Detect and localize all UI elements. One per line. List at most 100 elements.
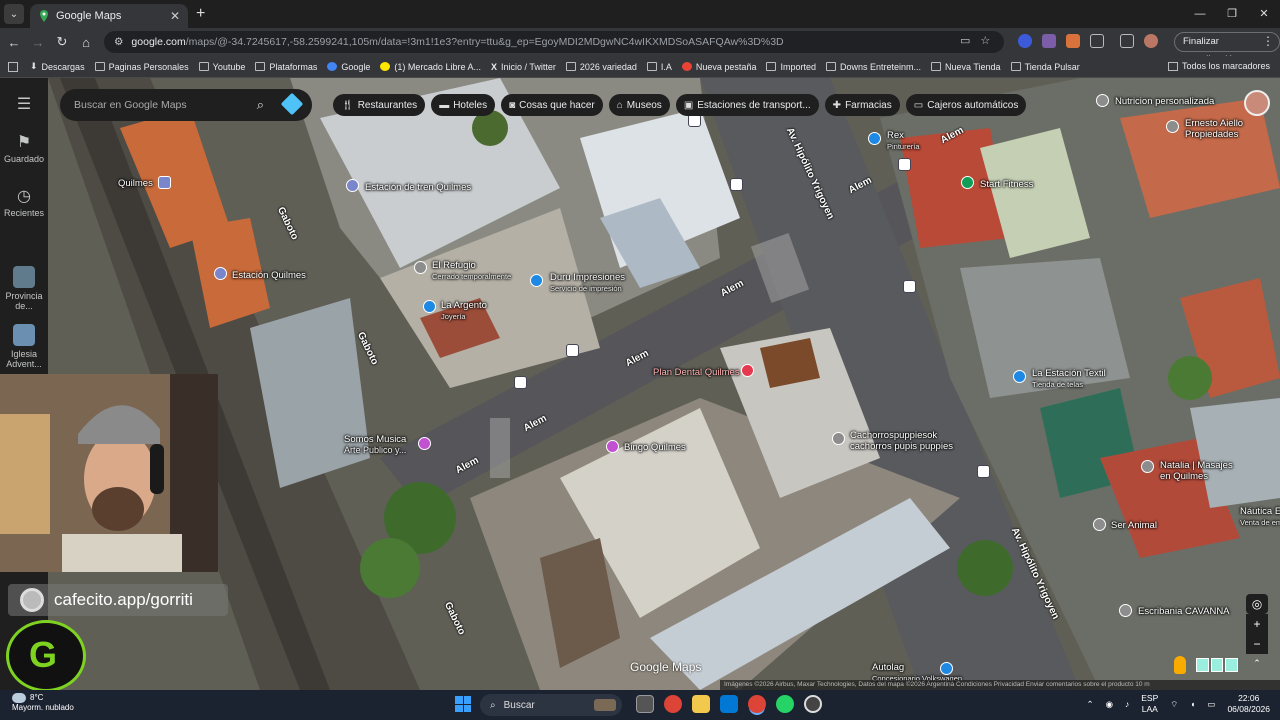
reload-icon[interactable]: ↻ [50,34,74,50]
extension-3-icon[interactable] [1066,34,1080,48]
shop-pin-icon[interactable] [1013,370,1026,383]
bus-stop-icon[interactable] [514,376,527,389]
train-station-icon[interactable] [346,179,359,192]
extensions-puzzle-icon[interactable] [1090,34,1104,48]
whatsapp-icon[interactable] [776,695,794,713]
site-info-icon[interactable]: ⚙ [114,36,123,48]
bookmark-item[interactable]: Youtube [198,62,245,72]
battery-icon[interactable]: ▭ [1207,699,1215,710]
entertainment-pin-icon[interactable] [606,440,619,453]
place-label[interactable]: La Argento Joyería [441,300,487,322]
chip-cosas-que-hacer[interactable]: ◙ Cosas que hacer [501,94,603,116]
store-icon[interactable] [720,695,738,713]
maps-search-input[interactable]: Buscar en Google Maps ⌕ [60,89,312,121]
chip-museos[interactable]: ⌂ Museos [608,94,670,116]
tab-search-menu-icon[interactable]: ⌄ [4,4,24,24]
new-tab-icon[interactable]: + [196,5,205,23]
saved-button[interactable]: ⚑ Guardado [0,134,48,164]
bus-stop-icon[interactable] [566,344,579,357]
extension-2-icon[interactable] [1042,34,1056,48]
recent-button[interactable]: ◷ Recientes [0,188,48,218]
obs-icon[interactable] [804,695,822,713]
volume-icon[interactable]: ◖ [1190,699,1195,709]
place-label[interactable]: Somos Musica Arte Publico y... [344,434,406,456]
medical-pin-icon[interactable] [741,364,754,377]
bookmark-item[interactable]: Downs Entreteinm... [825,62,921,72]
apps-icon[interactable] [8,61,18,72]
my-location-icon[interactable]: ◎ [1246,594,1268,614]
place-label[interactable]: Ernesto Aiello Propiedades [1185,118,1243,140]
restaurant-pin-icon[interactable] [414,261,427,274]
bookmark-item[interactable]: Paginas Personales [94,62,189,72]
transit-icon[interactable] [158,176,171,189]
home-icon[interactable]: ⌂ [74,35,98,50]
place-label[interactable]: Escribania CAVANNA [1138,606,1230,617]
taskbar-search[interactable]: ⌕ Buscar [480,694,622,716]
chip-cajeros[interactable]: ▭ Cajeros automáticos [905,94,1027,116]
place-label[interactable]: Ser Animal [1111,520,1157,531]
minimize-icon[interactable]: — [1184,0,1216,28]
browser-menu-icon[interactable]: ⋮ [1262,34,1274,48]
place-label[interactable]: El Refugio Cerrado temporalmente [432,260,511,282]
bus-stop-icon[interactable] [977,465,990,478]
chrome-active-icon[interactable] [748,695,766,713]
place-label[interactable]: Bingo Quilmes [624,442,686,453]
train-station-icon[interactable] [214,267,227,280]
windows-start-icon[interactable] [455,696,471,712]
bookmark-item[interactable]: Imported [766,62,816,72]
forward-icon[interactable]: → [26,35,50,50]
shop-pin-icon[interactable] [868,132,881,145]
place-label[interactable]: Estación Quilmes [232,270,306,281]
back-icon[interactable]: ← [2,35,26,50]
directions-icon[interactable] [280,92,304,116]
recent-place-iglesia[interactable]: Iglesia Advent... [0,324,48,369]
maximize-icon[interactable]: ❐ [1216,0,1248,28]
generic-pin-icon[interactable] [1093,518,1106,531]
chip-hoteles[interactable]: ▬ Hoteles [431,94,496,116]
extension-1-icon[interactable] [1018,34,1032,48]
microphone-icon[interactable]: ♪ [1125,699,1129,709]
address-bar[interactable]: ⚙ google.com/maps/@-34.7245617,-58.25992… [104,31,1004,53]
zoom-in-button[interactable]: + [1246,614,1268,634]
place-label[interactable]: Rex Pinturería [887,130,920,152]
bookmark-item[interactable]: 2026 variedad [565,62,637,72]
bookmark-item[interactable]: Google [327,62,370,72]
bookmark-item[interactable]: I.A [646,62,672,72]
place-label[interactable]: Start Fitness [980,179,1033,190]
bookmark-item[interactable]: X Inicio / Twitter [491,62,556,72]
bookmark-item[interactable]: ⬇ Descargas [30,61,85,72]
bookmark-star-icon[interactable]: ☆ [980,34,990,47]
generic-pin-icon[interactable] [1141,460,1154,473]
place-label[interactable]: Quilmes [118,178,153,189]
place-label[interactable]: Natalia | Masajes en Quilmes [1160,460,1233,482]
place-label[interactable]: La Estación Textil Tienda de telas [1032,368,1106,390]
street-view-pegman-icon[interactable] [1174,656,1186,674]
clock[interactable]: 22:06 06/08/2026 [1227,693,1270,715]
bus-stop-icon[interactable] [898,158,911,171]
place-label[interactable]: Estación de tren Quilmes [365,182,471,193]
recent-place-provincia[interactable]: Provincia de... [0,266,48,311]
chip-farmacias[interactable]: ✚ Farmacias [824,94,900,116]
fitness-pin-icon[interactable] [961,176,974,189]
bookmark-item[interactable]: Tienda Pulsar [1010,62,1080,72]
task-view-icon[interactable] [636,695,654,713]
language-indicator[interactable]: ESP LAA [1141,693,1158,715]
generic-pin-icon[interactable] [1119,604,1132,617]
bus-stop-icon[interactable] [903,280,916,293]
tray-overflow-icon[interactable]: ⌃ [1086,699,1093,710]
wifi-icon[interactable]: ⌔ [1170,699,1178,710]
place-label[interactable]: Náutica EVenta de embar [1240,506,1280,528]
place-label[interactable]: Cachorrospuppiesok cachorros pupis puppie… [850,430,953,452]
shop-pin-icon[interactable] [530,274,543,287]
chrome-icon[interactable] [664,695,682,713]
expand-icon[interactable]: ⌃ [1250,656,1264,670]
close-tab-icon[interactable]: ✕ [170,9,180,23]
search-icon[interactable]: ⌕ [257,97,264,113]
close-window-icon[interactable]: ✕ [1248,0,1280,28]
layers-switcher[interactable] [1196,658,1239,672]
tab-google-maps[interactable]: Google Maps ✕ [30,4,188,28]
generic-pin-icon[interactable] [832,432,845,445]
zoom-out-button[interactable]: − [1246,634,1268,654]
file-explorer-icon[interactable] [692,695,710,713]
chip-estaciones[interactable]: ▣ Estaciones de transport... [675,94,819,116]
